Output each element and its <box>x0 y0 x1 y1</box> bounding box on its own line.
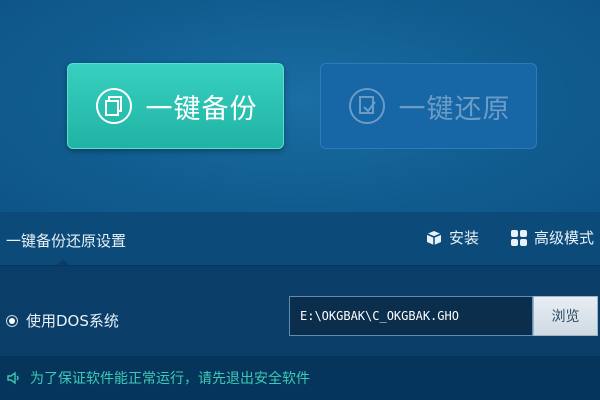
speaker-icon <box>7 371 19 385</box>
copy-icon <box>95 88 132 124</box>
install-label: 安装 <box>449 229 480 247</box>
browse-button[interactable]: 浏览 <box>533 296 598 336</box>
warning-text: 为了保证软件能正常运行，请先退出安全软件 <box>30 371 310 387</box>
backup-button-label: 一键备份 <box>145 93 258 125</box>
settings-header: 一键备份还原设置 安装 高级模式 <box>0 212 600 265</box>
radio-selected-dot <box>9 317 15 324</box>
restore-icon <box>348 88 385 124</box>
radio-circle <box>6 314 18 327</box>
backup-path-input[interactable] <box>289 296 533 336</box>
backup-button[interactable]: 一键备份 <box>67 63 284 149</box>
advanced-mode-label: 高级模式 <box>534 229 595 247</box>
restore-button[interactable]: 一键还原 <box>320 63 537 149</box>
action-panel: 一键备份 一键还原 <box>0 0 600 212</box>
use-dos-radio[interactable]: 使用DOS系统 <box>6 310 119 331</box>
install-link[interactable]: 安装 <box>425 227 479 248</box>
use-dos-label: 使用DOS系统 <box>26 312 119 330</box>
box-icon <box>426 230 442 245</box>
settings-title: 一键备份还原设置 <box>6 232 127 250</box>
warning-bar: 为了保证软件能正常运行，请先退出安全软件 <box>0 356 600 400</box>
grid-icon <box>511 229 527 246</box>
restore-button-label: 一键还原 <box>398 93 511 125</box>
advanced-mode-link[interactable]: 高级模式 <box>510 227 594 248</box>
